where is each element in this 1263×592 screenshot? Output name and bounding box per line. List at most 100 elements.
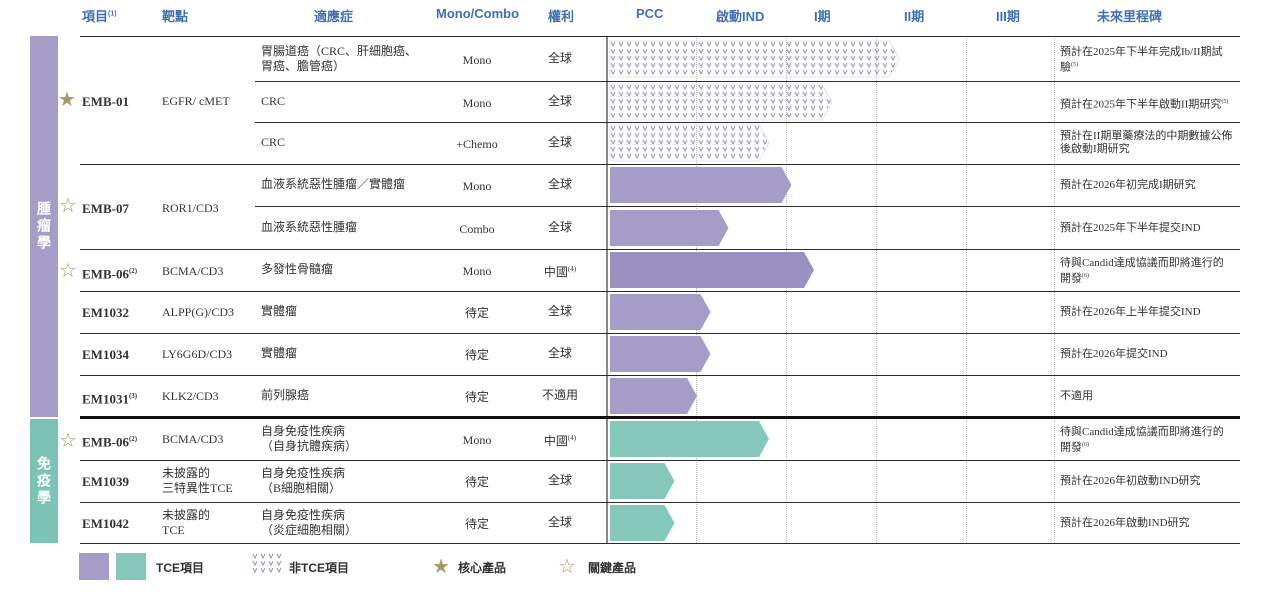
grid-line-phase3 — [966, 36, 967, 543]
indication-cell: 自身免疫性疾病 （自身抗體疾病） — [261, 424, 358, 453]
legend-core-label: 核心產品 — [458, 561, 507, 575]
oncology-band: 腫瘤學 — [30, 36, 58, 417]
row-divider — [255, 206, 1240, 207]
rights-cell: 全球 — [547, 50, 572, 65]
project-name: EM1042 — [82, 516, 129, 531]
oncology-label: 腫瘤學 — [36, 201, 52, 252]
mono-combo-cell: +Chemo — [456, 137, 498, 151]
project-target: 未披露的 三特異性TCE — [162, 466, 233, 495]
mono-combo-cell: Mono — [462, 52, 492, 67]
core-product-star-icon: ★ — [58, 87, 76, 111]
header-rights: 權利 — [548, 9, 575, 24]
legend-tce-teal-swatch — [116, 553, 146, 580]
project-name: EMB-01 — [82, 94, 129, 109]
mono-combo-cell: Combo — [459, 221, 495, 236]
project-name: EM1039 — [82, 474, 129, 489]
row-divider — [80, 460, 1240, 461]
project-target: KLK2/CD3 — [162, 389, 219, 403]
indication-cell: 胃腸道癌（CRC、肝細胞癌、 胃癌、膽管癌） — [261, 43, 418, 73]
progress-bar — [610, 209, 729, 246]
grid-start-line — [606, 36, 608, 543]
row-divider — [80, 164, 1240, 165]
rights-cell: 全球 — [547, 177, 572, 191]
mono-combo-cell: Mono — [462, 179, 492, 193]
project-name: EMB-07 — [82, 201, 129, 216]
indication-cell: 前列腺癌 — [261, 387, 310, 402]
mono-combo-cell: Mono — [462, 433, 492, 447]
milestone-cell: 預計在II期單藥療法的中期數據公佈 後啟動I期研究 — [1060, 130, 1233, 155]
progress-bar — [610, 336, 711, 372]
mono-combo-cell: 待定 — [464, 306, 489, 320]
rights-cell: 全球 — [547, 346, 572, 360]
progress-bar — [610, 252, 814, 288]
milestone-cell: 預計在2025年下半年完成Ib/II期試 驗(5) — [1060, 45, 1223, 74]
header-pcc: PCC — [636, 6, 664, 21]
row-divider — [80, 36, 1240, 37]
progress-bar — [609, 83, 833, 120]
progress-bar — [610, 421, 769, 457]
milestone-cell: 預計在2026年提交IND — [1060, 348, 1168, 360]
legend-non-tce-swatch — [252, 553, 282, 575]
project-name: EM1031(3) — [82, 391, 138, 407]
legend-tce-label: TCE項目 — [156, 561, 205, 575]
row-divider — [80, 543, 1240, 544]
indication-cell: 血液系統惡性腫瘤 — [261, 219, 358, 234]
progress-bar — [610, 463, 675, 499]
indication-cell: CRC — [261, 135, 286, 149]
mono-combo-cell: 待定 — [464, 475, 489, 489]
header-project: 項目(1) — [82, 9, 117, 24]
mono-combo-cell: Mono — [462, 264, 492, 278]
rights-cell: 全球 — [547, 135, 572, 149]
rights-cell: 不適用 — [541, 387, 578, 402]
project-name: EMB-06(2) — [82, 266, 138, 282]
immunology-band: 免疫學 — [30, 419, 58, 543]
legend-tce-purple-swatch — [79, 553, 109, 580]
row-divider — [80, 375, 1240, 376]
progress-bar — [610, 504, 675, 541]
legend-non-tce-label: 非TCE項目 — [289, 561, 350, 575]
milestone-cell: 不適用 — [1060, 389, 1093, 402]
progress-bar — [610, 377, 697, 414]
grid-line-phase2 — [876, 36, 877, 543]
progress-bar — [610, 167, 792, 203]
progress-bar — [609, 40, 901, 77]
row-divider — [255, 81, 1240, 82]
non-tce-pattern-icon — [252, 553, 282, 575]
rights-cell: 全球 — [547, 93, 572, 108]
row-divider — [80, 333, 1240, 334]
project-target: ALPP(G)/CD3 — [162, 305, 235, 319]
header-mono-combo: Mono/Combo — [436, 6, 520, 21]
progress-bar — [610, 294, 711, 330]
immunology-label: 免疫學 — [36, 455, 52, 507]
mono-combo-cell: 待定 — [464, 516, 489, 531]
project-target: BCMA/CD3 — [162, 432, 224, 446]
indication-cell: 實體瘤 — [261, 346, 298, 360]
legend-key-star-icon: ☆ — [558, 554, 576, 578]
project-target: ROR1/CD3 — [162, 201, 219, 215]
legend-core-star-icon: ★ — [432, 554, 450, 578]
rights-cell: 全球 — [547, 473, 572, 487]
legend-key-label: 關鍵產品 — [588, 561, 637, 575]
project-target: EGFR/ cMET — [162, 94, 230, 108]
key-product-star-icon: ☆ — [59, 428, 77, 452]
header-phase3: III期 — [996, 9, 1020, 24]
rights-cell: 中國(4) — [543, 265, 577, 279]
section-divider — [80, 416, 1240, 419]
header-indication: 適應症 — [314, 9, 354, 24]
project-name: EM1034 — [82, 347, 129, 362]
milestone-cell: 預計在2026年上半年提交IND — [1060, 306, 1201, 318]
rights-cell: 全球 — [547, 514, 572, 529]
rights-cell: 全球 — [547, 304, 572, 318]
header-phase2: II期 — [904, 9, 925, 24]
key-product-star-icon: ☆ — [59, 193, 77, 217]
mono-combo-cell: 待定 — [464, 389, 489, 404]
indication-cell: 血液系統惡性腫瘤／實體瘤 — [261, 177, 406, 191]
milestone-cell: 待與Candid達成協議而即將進行的 開發(6) — [1060, 257, 1224, 285]
rights-cell: 中國(4) — [543, 434, 577, 448]
project-target: LY6G6D/CD3 — [162, 347, 233, 361]
indication-cell: 實體瘤 — [261, 304, 298, 318]
project-name: EM1032 — [82, 305, 129, 320]
header-phase1: I期 — [814, 9, 831, 24]
mono-combo-cell: 待定 — [464, 348, 489, 362]
header-milestone: 未來里程碑 — [1097, 9, 1163, 24]
